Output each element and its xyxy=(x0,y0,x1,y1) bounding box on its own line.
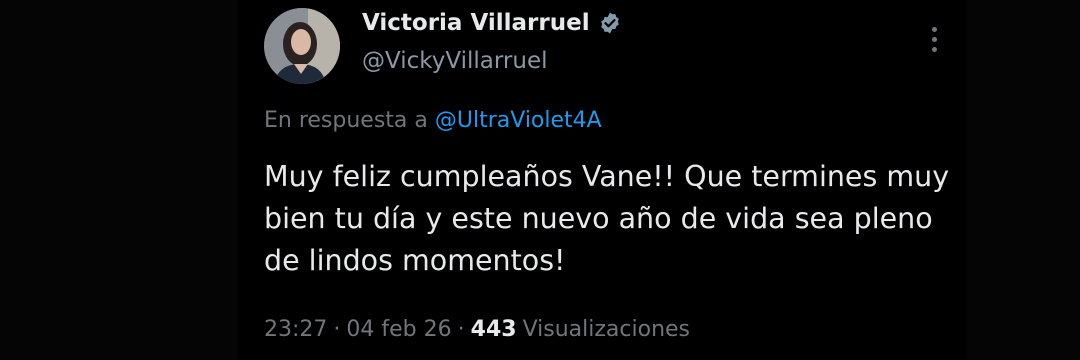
reply-prefix: En respuesta a xyxy=(264,108,428,133)
tweet-card[interactable]: Victoria Villarruel @VickyVillarruel En … xyxy=(238,0,966,360)
avatar-image xyxy=(264,8,340,84)
more-dot xyxy=(931,36,937,42)
tweet-time[interactable]: 23:27 xyxy=(264,314,327,346)
more-dot xyxy=(931,46,937,52)
avatar[interactable] xyxy=(264,8,340,84)
views-label: Visualizaciones xyxy=(522,317,691,342)
reply-mention-link[interactable]: @UltraViolet4A xyxy=(435,108,602,133)
tweet-text: Muy feliz cumpleaños Vane!! Que termines… xyxy=(264,160,950,277)
author-name-row[interactable]: Victoria Villarruel xyxy=(362,8,622,38)
tweet-meta: 23:27 · 04 feb 26 · 443 Visualizaciones xyxy=(264,314,690,346)
more-options-icon[interactable] xyxy=(926,22,942,56)
views-count: 443 xyxy=(470,317,517,342)
author-handle[interactable]: @VickyVillarruel xyxy=(362,46,548,76)
meta-separator: · xyxy=(333,317,341,342)
verified-badge-icon xyxy=(600,12,619,34)
tweet-date[interactable]: 04 feb 26 xyxy=(346,314,451,346)
author-name[interactable]: Victoria Villarruel xyxy=(362,8,590,38)
more-dot xyxy=(931,26,937,32)
meta-separator: · xyxy=(457,317,465,342)
reply-context: En respuesta a @UltraViolet4A xyxy=(264,106,602,136)
